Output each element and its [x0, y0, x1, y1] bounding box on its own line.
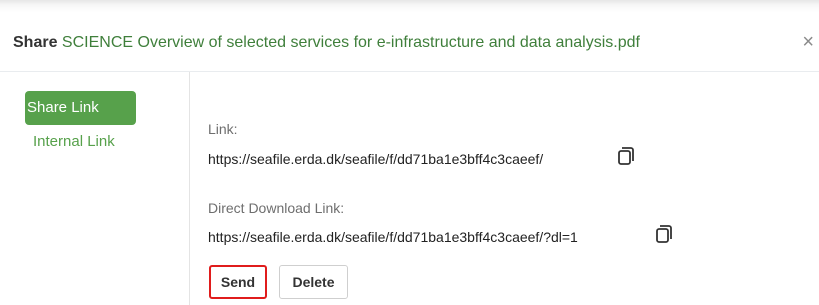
title-prefix: Share — [13, 34, 58, 51]
copy-icon-svg — [656, 225, 672, 243]
share-sidebar: Share Link Internal Link — [0, 72, 190, 305]
copy-icon[interactable] — [655, 223, 675, 245]
tab-internal-link[interactable]: Internal Link — [33, 133, 115, 150]
direct-download-url[interactable]: https://seafile.erda.dk/seafile/f/dd71ba… — [208, 229, 578, 245]
file-name: SCIENCE Overview of selected services fo… — [61, 34, 640, 51]
copy-icon-svg — [618, 147, 634, 165]
top-shadow — [0, 0, 819, 12]
link-label: Link: — [208, 121, 238, 137]
copy-icon[interactable] — [617, 145, 637, 167]
dialog-header: Share SCIENCE Overview of selected servi… — [0, 12, 819, 72]
share-link-panel: Link: https://seafile.erda.dk/seafile/f/… — [208, 72, 808, 305]
tab-share-link[interactable]: Share Link — [25, 91, 136, 125]
close-icon[interactable]: × — [802, 32, 814, 52]
link-url[interactable]: https://seafile.erda.dk/seafile/f/dd71ba… — [208, 151, 543, 167]
direct-download-label: Direct Download Link: — [208, 200, 345, 216]
delete-button[interactable]: Delete — [279, 265, 348, 299]
dialog-title: Share SCIENCE Overview of selected servi… — [13, 34, 640, 52]
send-button[interactable]: Send — [209, 265, 267, 299]
